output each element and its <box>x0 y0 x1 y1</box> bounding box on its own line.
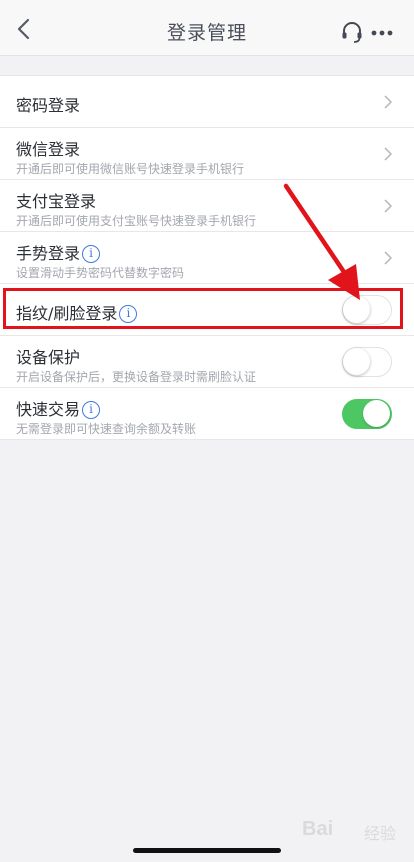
chevron-right-icon <box>384 147 392 161</box>
chevron-right-icon <box>384 199 392 213</box>
gesture-login-label: 手势登录 <box>16 244 81 263</box>
info-icon[interactable]: i <box>82 245 101 263</box>
device-protection-label: 设备保护 <box>16 348 81 367</box>
baidu-watermark: Bai 经验 <box>302 812 408 848</box>
device-protection-toggle[interactable] <box>342 347 392 377</box>
watermark-sub: 经验 <box>364 824 397 843</box>
quick-transaction-label-wrap: 快速交易 i <box>16 396 101 420</box>
password-login-row[interactable]: 密码登录 <box>0 76 414 128</box>
gesture-login-desc: 设置滑动手势密码代替数字密码 <box>16 266 185 280</box>
quick-transaction-toggle[interactable] <box>342 399 392 429</box>
toggle-knob <box>363 400 390 427</box>
quick-transaction-row: 快速交易 i 无需登录即可快速查询余额及转账 <box>0 388 414 440</box>
watermark-text: Bai <box>302 818 334 840</box>
chevron-right-icon <box>384 95 392 109</box>
alipay-login-label: 支付宝登录 <box>16 192 97 211</box>
chevron-right-icon <box>384 251 392 265</box>
device-protection-row: 设备保护 开启设备保护后，更换设备登录时需刷脸认证 <box>0 336 414 388</box>
quick-transaction-desc: 无需登录即可快速查询余额及转账 <box>16 422 197 436</box>
toggle-knob <box>343 348 370 375</box>
password-login-label: 密码登录 <box>16 96 81 115</box>
alipay-login-desc: 开通后即可使用支付宝账号快速登录手机银行 <box>16 214 257 228</box>
headset-icon[interactable] <box>340 20 364 44</box>
home-indicator <box>133 848 281 853</box>
wechat-login-row[interactable]: 微信登录 开通后即可使用微信账号快速登录手机银行 <box>0 128 414 180</box>
gesture-login-label-wrap: 手势登录 i <box>16 240 101 264</box>
more-dots-icon[interactable] <box>370 22 394 42</box>
device-protection-desc: 开启设备保护后，更换设备登录时需刷脸认证 <box>16 370 257 384</box>
wechat-login-label: 微信登录 <box>16 140 81 159</box>
info-icon[interactable]: i <box>82 401 101 419</box>
annotation-arrow-icon <box>283 183 360 300</box>
top-navigation-bar: 登录管理 <box>0 0 414 56</box>
wechat-login-desc: 开通后即可使用微信账号快速登录手机银行 <box>16 162 245 176</box>
quick-transaction-label: 快速交易 <box>16 400 81 419</box>
